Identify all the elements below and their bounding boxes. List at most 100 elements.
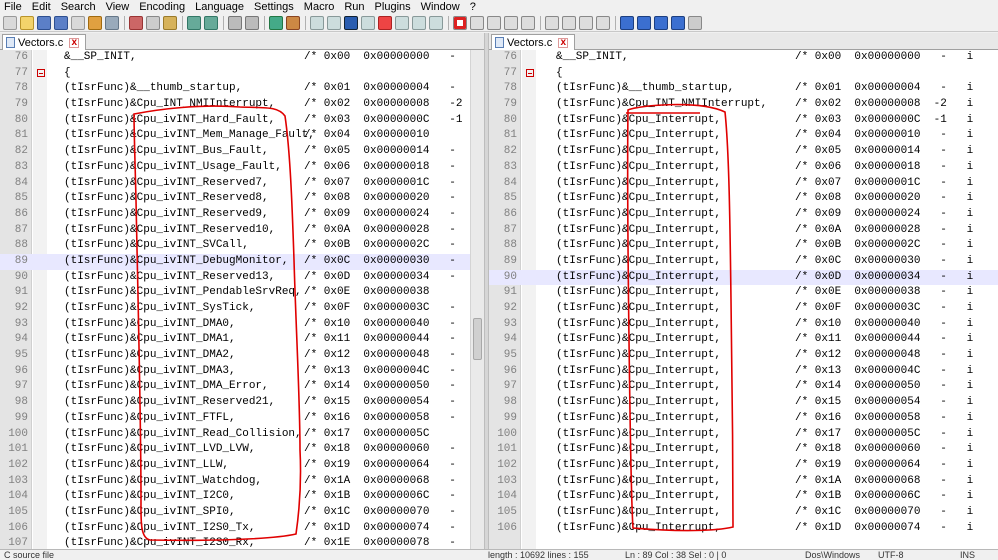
code-line[interactable]: 101 (tIsrFunc)&Cpu_ivINT_LVD_LVW, /* 0x18 … (0, 442, 484, 458)
close-file-icon[interactable] (71, 15, 85, 30)
code-line[interactable]: 86 (tIsrFunc)&Cpu_Interrupt, /* 0x09 0x000… (489, 207, 998, 223)
code-line[interactable]: 86 (tIsrFunc)&Cpu_ivINT_Reserved9, /* 0x09… (0, 207, 484, 223)
code-line[interactable]: 97 (tIsrFunc)&Cpu_Interrupt, /* 0x14 0x000… (489, 379, 998, 395)
code-line[interactable]: 106 (tIsrFunc)&Cpu_Interrupt, /* 0x1D 0x00… (489, 521, 998, 537)
close-all-icon[interactable] (88, 15, 102, 30)
menu-view[interactable]: View (106, 1, 130, 13)
code-line[interactable]: 88 (tIsrFunc)&Cpu_ivINT_SVCall, /* 0x0B 0x… (0, 238, 484, 254)
code-line[interactable]: 90 (tIsrFunc)&Cpu_ivINT_Reserved13, /* 0x0… (0, 270, 484, 286)
code-line[interactable]: 85 (tIsrFunc)&Cpu_ivINT_Reserved8, /* 0x08… (0, 191, 484, 207)
code-line[interactable]: 84 (tIsrFunc)&Cpu_ivINT_Reserved7, /* 0x07… (0, 176, 484, 192)
code-line[interactable]: 90 (tIsrFunc)&Cpu_Interrupt, /* 0x0D 0x000… (489, 269, 998, 286)
code-line[interactable]: 106 (tIsrFunc)&Cpu_ivINT_I2S0_Tx, /* 0x1D … (0, 521, 484, 537)
code-line[interactable]: 79 (tIsrFunc)&Cpu_INT_NMIInterrupt, /* 0x0… (0, 97, 484, 113)
find-icon[interactable] (228, 15, 242, 30)
undo-icon[interactable] (187, 15, 201, 30)
code-line[interactable]: 99 (tIsrFunc)&Cpu_ivINT_FTFL, /* 0x16 0x00… (0, 411, 484, 427)
compare-icon[interactable] (545, 15, 559, 30)
code-line[interactable]: 104 (tIsrFunc)&Cpu_Interrupt, /* 0x1B 0x00… (489, 489, 998, 505)
code-line[interactable]: 93 (tIsrFunc)&Cpu_Interrupt, /* 0x10 0x000… (489, 317, 998, 333)
compare-settings-icon[interactable] (688, 15, 702, 30)
code-line[interactable]: 88 (tIsrFunc)&Cpu_Interrupt, /* 0x0B 0x000… (489, 238, 998, 254)
menu-macro[interactable]: Macro (304, 1, 335, 13)
copy-icon[interactable] (146, 15, 160, 30)
replace-icon[interactable] (245, 15, 259, 30)
code-line[interactable]: 76 &__SP_INIT, /* 0x00 0x00000000 - i (489, 50, 998, 66)
code-line[interactable]: 89 (tIsrFunc)&Cpu_Interrupt, /* 0x0C 0x000… (489, 254, 998, 270)
clear-compare-icon[interactable] (562, 15, 576, 30)
menu-window[interactable]: Window (421, 1, 460, 13)
code-line[interactable]: 89 (tIsrFunc)&Cpu_ivINT_DebugMonitor, /* 0… (0, 253, 484, 270)
code-line[interactable]: 91 (tIsrFunc)&Cpu_ivINT_PendableSrvReq,/*… (0, 285, 484, 301)
code-line[interactable]: 85 (tIsrFunc)&Cpu_Interrupt, /* 0x08 0x000… (489, 191, 998, 207)
code-line[interactable]: 107 (tIsrFunc)&Cpu_ivINT_I2S0_Rx, /* 0x1E … (0, 536, 484, 549)
code-line[interactable]: 81 (tIsrFunc)&Cpu_ivINT_Mem_Manage_Fault,… (0, 128, 484, 144)
fold-toggle-icon[interactable] (526, 68, 534, 77)
code-line[interactable]: 100 (tIsrFunc)&Cpu_Interrupt, /* 0x17 0x00… (489, 427, 998, 443)
code-line[interactable]: 102 (tIsrFunc)&Cpu_ivINT_LLW, /* 0x19 0x00… (0, 458, 484, 474)
sync-scroll-icon[interactable] (310, 15, 324, 30)
print-icon[interactable] (105, 15, 119, 30)
scrollbar-thumb[interactable] (473, 318, 482, 360)
code-line[interactable]: 87 (tIsrFunc)&Cpu_ivINT_Reserved10, /* 0x0… (0, 223, 484, 239)
fold-toggle-icon[interactable] (37, 68, 45, 77)
menu-file[interactable]: File (4, 1, 22, 13)
record-macro-icon[interactable] (453, 15, 467, 30)
word-wrap-icon[interactable] (327, 15, 341, 30)
code-line[interactable]: 81 (tIsrFunc)&Cpu_Interrupt, /* 0x04 0x000… (489, 128, 998, 144)
zoom-in-icon[interactable] (269, 15, 283, 30)
folder-workspace-icon[interactable] (429, 15, 443, 30)
code-line[interactable]: 99 (tIsrFunc)&Cpu_Interrupt, /* 0x16 0x000… (489, 411, 998, 427)
code-line[interactable]: 79 (tIsrFunc)&Cpu_INT_NMIInterrupt, /* 0x0… (489, 97, 998, 113)
code-line[interactable]: 84 (tIsrFunc)&Cpu_Interrupt, /* 0x07 0x000… (489, 176, 998, 192)
menu-encoding[interactable]: Encoding (139, 1, 185, 13)
paste-icon[interactable] (163, 15, 177, 30)
new-file-icon[interactable] (3, 15, 17, 30)
code-editor-right[interactable]: 76 &__SP_INIT, /* 0x00 0x00000000 - i 77 {78… (489, 50, 998, 549)
code-line[interactable]: 94 (tIsrFunc)&Cpu_Interrupt, /* 0x11 0x000… (489, 332, 998, 348)
code-line[interactable]: 78 (tIsrFunc)&__thumb_startup, /* 0x01 0x0… (489, 81, 998, 97)
prev-diff-icon[interactable] (596, 15, 610, 30)
code-line[interactable]: 78 (tIsrFunc)&__thumb_startup, /* 0x01 0x0… (0, 81, 484, 97)
redo-icon[interactable] (204, 15, 218, 30)
code-line[interactable]: 82 (tIsrFunc)&Cpu_ivINT_Bus_Fault, /* 0x05… (0, 144, 484, 160)
first-diff-arrow-icon[interactable] (620, 15, 634, 30)
stop-macro-icon[interactable] (470, 15, 484, 30)
save-icon[interactable] (37, 15, 51, 30)
code-line[interactable]: 97 (tIsrFunc)&Cpu_ivINT_DMA_Error, /* 0x14… (0, 379, 484, 395)
code-line[interactable]: 80 (tIsrFunc)&Cpu_ivINT_Hard_Fault, /* 0x0… (0, 113, 484, 129)
doc-map-icon[interactable] (395, 15, 409, 30)
menu-help[interactable]: ? (470, 1, 476, 13)
menu-search[interactable]: Search (61, 1, 96, 13)
code-line[interactable]: 95 (tIsrFunc)&Cpu_ivINT_DMA2, /* 0x12 0x00… (0, 348, 484, 364)
menu-edit[interactable]: Edit (32, 1, 51, 13)
last-diff-arrow-icon[interactable] (671, 15, 685, 30)
code-line[interactable]: 95 (tIsrFunc)&Cpu_Interrupt, /* 0x12 0x000… (489, 348, 998, 364)
next-diff-arrow-icon[interactable] (654, 15, 668, 30)
code-line[interactable]: 94 (tIsrFunc)&Cpu_ivINT_DMA1, /* 0x11 0x00… (0, 332, 484, 348)
code-line[interactable]: 83 (tIsrFunc)&Cpu_ivINT_Usage_Fault, /* 0x… (0, 160, 484, 176)
code-line[interactable]: 76 &__SP_INIT, /* 0x00 0x00000000 - (0, 50, 484, 66)
code-line[interactable]: 93 (tIsrFunc)&Cpu_ivINT_DMA0, /* 0x10 0x00… (0, 317, 484, 333)
menu-language[interactable]: Language (195, 1, 244, 13)
close-tab-icon[interactable]: x (69, 37, 80, 48)
code-line[interactable]: 92 (tIsrFunc)&Cpu_ivINT_SysTick, /* 0x0F 0… (0, 301, 484, 317)
code-line[interactable]: 103 (tIsrFunc)&Cpu_ivINT_Watchdog, /* 0x1A… (0, 474, 484, 490)
code-line[interactable]: 92 (tIsrFunc)&Cpu_Interrupt, /* 0x0F 0x000… (489, 301, 998, 317)
code-line[interactable]: 102 (tIsrFunc)&Cpu_Interrupt, /* 0x19 0x00… (489, 458, 998, 474)
prev-diff-arrow-icon[interactable] (637, 15, 651, 30)
code-line[interactable]: 98 (tIsrFunc)&Cpu_ivINT_Reserved21, /* 0x1… (0, 395, 484, 411)
indent-guide-icon[interactable] (361, 15, 375, 30)
run-macro-multiple-icon[interactable] (504, 15, 518, 30)
code-line[interactable]: 77 { (489, 66, 998, 82)
zoom-out-icon[interactable] (286, 15, 300, 30)
code-line[interactable]: 104 (tIsrFunc)&Cpu_ivINT_I2C0, /* 0x1B 0x0… (0, 489, 484, 505)
code-line[interactable]: 82 (tIsrFunc)&Cpu_Interrupt, /* 0x05 0x000… (489, 144, 998, 160)
code-line[interactable]: 103 (tIsrFunc)&Cpu_Interrupt, /* 0x1A 0x00… (489, 474, 998, 490)
show-all-chars-icon[interactable] (344, 15, 358, 30)
function-list-icon[interactable] (412, 15, 426, 30)
close-tab-icon[interactable]: x (558, 37, 569, 48)
menu-plugins[interactable]: Plugins (375, 1, 411, 13)
code-line[interactable]: 80 (tIsrFunc)&Cpu_Interrupt, /* 0x03 0x000… (489, 113, 998, 129)
first-diff-icon[interactable] (579, 15, 593, 30)
